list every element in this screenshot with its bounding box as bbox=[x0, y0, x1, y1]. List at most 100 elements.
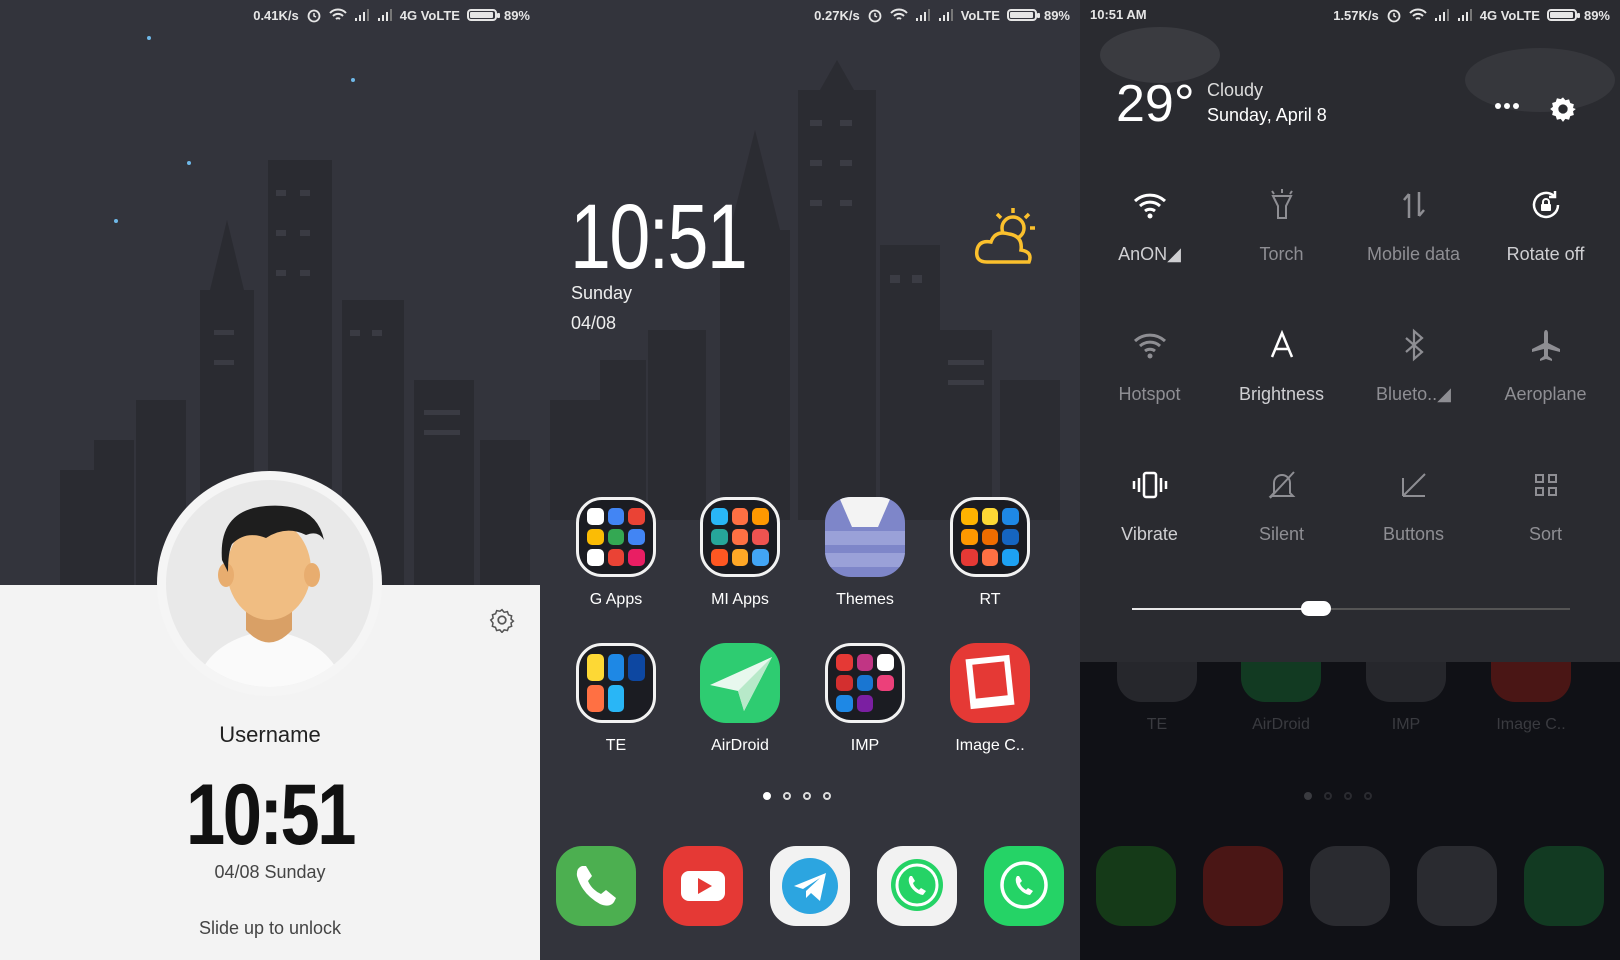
app-label: RT bbox=[979, 591, 1001, 608]
tile-torch[interactable]: Torch bbox=[1216, 180, 1347, 265]
battery-percent: 89% bbox=[1583, 7, 1610, 23]
tile-buttons[interactable]: Buttons bbox=[1348, 460, 1479, 545]
wifi-icon bbox=[889, 8, 908, 20]
dimmed-whatsapp-icon bbox=[1417, 846, 1497, 926]
app-folder-imp[interactable]: IMP bbox=[805, 643, 925, 755]
tile-label: Sort bbox=[1528, 524, 1562, 544]
dimmed-telegram-icon bbox=[1310, 846, 1390, 926]
tile-vibrate[interactable]: Vibrate bbox=[1084, 460, 1215, 545]
page-dot[interactable] bbox=[823, 792, 831, 800]
tile-bluetooth[interactable]: Blueto..◢ bbox=[1348, 320, 1479, 405]
youtube-icon bbox=[681, 871, 725, 901]
tile-label: Torch bbox=[1259, 244, 1304, 264]
tile-aeroplane[interactable]: Aeroplane bbox=[1480, 320, 1611, 405]
app-label: AirDroid bbox=[711, 737, 769, 754]
whatsapp-icon bbox=[1000, 861, 1048, 909]
tile-label: Blueto..◢ bbox=[1376, 384, 1451, 404]
buttons-icon bbox=[1401, 473, 1426, 497]
page-dot[interactable] bbox=[763, 792, 771, 800]
app-image-combiner[interactable]: Image C.. bbox=[930, 643, 1050, 755]
dimmed-folder-icon bbox=[1366, 662, 1446, 702]
tile-mobile-data[interactable]: Mobile data bbox=[1348, 180, 1479, 265]
tile-label: Brightness bbox=[1238, 384, 1325, 404]
lock-clock: 10:51 bbox=[185, 767, 357, 863]
wifi-icon bbox=[329, 8, 347, 20]
weather-date: Sunday, April 8 bbox=[1207, 105, 1327, 125]
tile-silent[interactable]: Silent bbox=[1216, 460, 1347, 545]
dimmed-app-label: AirDroid bbox=[1252, 716, 1310, 733]
dimmed-app-label: IMP bbox=[1391, 716, 1421, 733]
tile-brightness[interactable]: Brightness bbox=[1216, 320, 1347, 405]
tile-label: Hotspot bbox=[1118, 384, 1181, 404]
quick-settings-panel: 10:51 AM 1.57K/s 4G VoLTE 89% 29° Cloudy… bbox=[1080, 0, 1620, 662]
home-clock-widget[interactable]: 10:51 bbox=[570, 191, 748, 283]
network-type: 4G VoLTE bbox=[399, 7, 460, 23]
status-bar: 0.41K/s 4G VoLTE 89% bbox=[0, 0, 540, 30]
mobile-data-icon bbox=[1402, 192, 1425, 218]
home-day: Sunday bbox=[571, 283, 633, 303]
app-airdroid[interactable]: AirDroid bbox=[680, 643, 800, 755]
dock-youtube[interactable] bbox=[663, 846, 743, 926]
app-label: Themes bbox=[836, 591, 894, 608]
folder-icon bbox=[700, 497, 780, 577]
tile-label: Buttons bbox=[1382, 524, 1445, 544]
home-screen: 0.27K/s VoLTE 89% 10:51 Sunday 04/08 G A… bbox=[540, 0, 1080, 960]
brightness-auto-icon bbox=[1270, 330, 1293, 358]
signal-icon bbox=[915, 9, 930, 21]
dimmed-airdroid-icon bbox=[1241, 662, 1321, 702]
wifi-icon bbox=[1133, 193, 1166, 219]
sort-grid-icon bbox=[1534, 474, 1557, 496]
page-indicator[interactable] bbox=[763, 792, 831, 800]
app-folder-mi-apps[interactable]: MI Apps bbox=[680, 497, 800, 609]
bluetooth-icon bbox=[1404, 328, 1424, 362]
dimmed-home-background: TE AirDroid IMP Image C.. bbox=[1080, 662, 1620, 960]
tile-sort[interactable]: Sort bbox=[1480, 460, 1611, 545]
app-label: G Apps bbox=[589, 591, 643, 608]
torch-icon bbox=[1270, 189, 1293, 219]
app-folder-g-apps[interactable]: G Apps bbox=[556, 497, 676, 609]
app-folder-te[interactable]: TE bbox=[556, 643, 676, 755]
signal-icon bbox=[1434, 9, 1449, 21]
avatar[interactable] bbox=[157, 471, 382, 696]
status-bar: 0.27K/s VoLTE 89% bbox=[540, 0, 1080, 30]
vibrate-icon bbox=[1132, 471, 1167, 499]
alarm-icon bbox=[1387, 9, 1401, 23]
signal-icon bbox=[938, 9, 953, 21]
dock-whatsapp[interactable] bbox=[877, 846, 957, 926]
brightness-slider-thumb[interactable] bbox=[1300, 601, 1331, 616]
tile-rotate[interactable]: Rotate off bbox=[1480, 180, 1611, 265]
alarm-icon bbox=[307, 9, 321, 23]
app-themes[interactable]: Themes bbox=[805, 497, 925, 609]
avatar-icon bbox=[196, 505, 344, 687]
dimmed-page-indicator bbox=[1304, 792, 1372, 800]
app-label: Image C.. bbox=[955, 737, 1025, 754]
app-folder-rt[interactable]: RT bbox=[930, 497, 1050, 609]
rotate-lock-icon bbox=[1532, 191, 1559, 219]
dimmed-app-label: TE bbox=[1146, 716, 1168, 733]
dimmed-youtube-icon bbox=[1203, 846, 1283, 926]
airplane-icon bbox=[1531, 330, 1560, 361]
hotspot-icon bbox=[1133, 333, 1166, 359]
dock-whatsapp-business[interactable] bbox=[984, 846, 1064, 926]
settings-gear-icon[interactable] bbox=[489, 607, 515, 633]
page-dot[interactable] bbox=[803, 792, 811, 800]
network-speed: 0.41K/s bbox=[253, 7, 299, 23]
weather-cloudy-icon[interactable] bbox=[973, 200, 1043, 270]
network-type: VoLTE bbox=[960, 7, 1000, 23]
dimmed-whatsapp-icon bbox=[1524, 846, 1604, 926]
signal-icon bbox=[1457, 9, 1472, 21]
more-options-icon[interactable] bbox=[1494, 102, 1520, 110]
weather-temperature[interactable]: 29° bbox=[1116, 74, 1195, 134]
battery-icon bbox=[466, 9, 500, 21]
page-dot[interactable] bbox=[783, 792, 791, 800]
phone-icon bbox=[576, 866, 616, 906]
settings-gear-icon[interactable] bbox=[1549, 95, 1577, 123]
tile-wifi[interactable]: AnON◢ bbox=[1084, 180, 1215, 265]
dock-telegram[interactable] bbox=[770, 846, 850, 926]
app-label: TE bbox=[605, 737, 627, 754]
tile-label: Vibrate bbox=[1121, 524, 1178, 544]
slide-to-unlock-hint[interactable]: Slide up to unlock bbox=[0, 918, 540, 939]
tile-hotspot[interactable]: Hotspot bbox=[1084, 320, 1215, 405]
dock-phone[interactable] bbox=[556, 846, 636, 926]
folder-icon bbox=[825, 643, 905, 723]
